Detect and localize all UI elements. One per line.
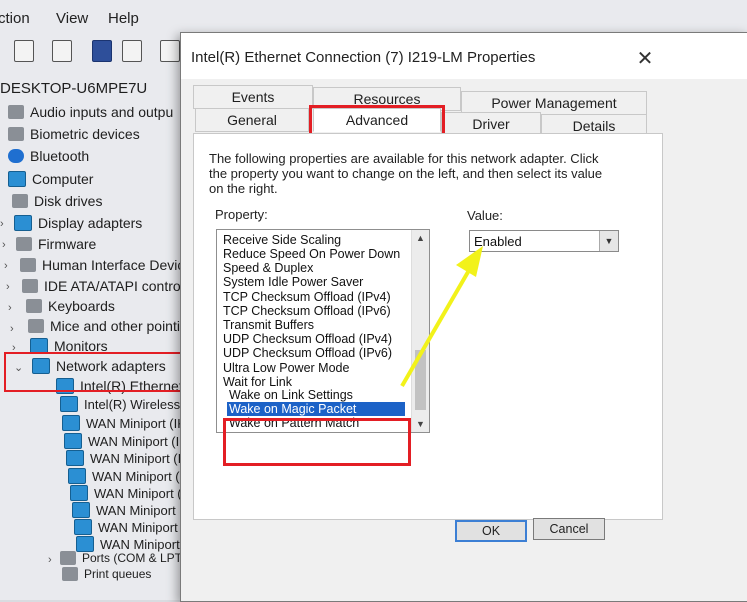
device-tree: DESKTOP-U6MPE7U Audio inputs and outpu B… xyxy=(0,74,217,600)
network-icon xyxy=(68,468,86,484)
wake-items-highlight-box xyxy=(223,418,411,466)
port-icon xyxy=(60,551,76,565)
help-icon[interactable] xyxy=(92,40,112,62)
network-icon xyxy=(72,502,90,518)
value-label: Value: xyxy=(467,208,503,223)
tree-item-mice[interactable]: Mice and other pointing xyxy=(28,316,196,336)
toolbar xyxy=(0,36,190,68)
chevron-right-icon[interactable]: › xyxy=(48,554,52,566)
network-icon xyxy=(64,433,82,449)
tree-item-display[interactable]: Display adapters xyxy=(14,213,142,233)
disk-icon xyxy=(12,194,28,208)
printer-icon xyxy=(62,567,78,581)
tree-item-keyboards[interactable]: Keyboards xyxy=(26,296,115,316)
menu-action[interactable]: ction xyxy=(0,10,30,27)
bluetooth-icon xyxy=(8,149,24,163)
chevron-down-icon[interactable]: ▼ xyxy=(599,231,618,251)
tree-item-biometric[interactable]: Biometric devices xyxy=(8,124,140,144)
tree-item-firmware[interactable]: Firmware xyxy=(16,234,96,254)
fingerprint-icon xyxy=(8,127,24,141)
tree-item-bluetooth[interactable]: Bluetooth xyxy=(8,146,89,166)
speaker-icon xyxy=(8,105,24,119)
scrollbar-thumb[interactable] xyxy=(415,350,426,410)
cancel-button[interactable]: Cancel xyxy=(533,518,605,540)
close-icon[interactable]: ✕ xyxy=(633,47,657,71)
list-item[interactable]: UDP Checksum Offload (IPv6) xyxy=(221,346,409,360)
list-item[interactable]: Reduce Speed On Power Down xyxy=(221,247,409,261)
title-bar: Intel(R) Ethernet Connection (7) I219-LM… xyxy=(181,33,747,79)
network-icon xyxy=(62,415,80,431)
list-item[interactable]: System Idle Power Saver xyxy=(221,275,409,289)
description-text: The following properties are available f… xyxy=(209,151,603,196)
monitor-icon[interactable] xyxy=(160,40,180,62)
ok-button[interactable]: OK xyxy=(455,520,527,542)
tab-events[interactable]: Events xyxy=(193,85,313,109)
chevron-right-icon[interactable]: › xyxy=(0,218,4,230)
tree-item-print-queues[interactable]: Print queues xyxy=(62,564,151,584)
hid-icon xyxy=(20,258,36,272)
chevron-down-icon[interactable]: ▼ xyxy=(412,416,429,432)
list-item[interactable]: Transmit Buffers xyxy=(221,318,409,332)
list-item[interactable]: Wait for Link xyxy=(221,375,409,389)
display-icon xyxy=(14,215,32,231)
view-icon[interactable] xyxy=(122,40,142,62)
tab-general[interactable]: General xyxy=(195,108,309,132)
chevron-right-icon[interactable]: › xyxy=(10,323,14,335)
network-icon xyxy=(66,450,84,466)
menu-help[interactable]: Help xyxy=(108,10,139,27)
chevron-right-icon[interactable]: › xyxy=(2,239,6,251)
list-icon[interactable] xyxy=(52,40,72,62)
network-icon xyxy=(70,485,88,501)
chevron-up-icon[interactable]: ▲ xyxy=(412,230,429,246)
list-item[interactable]: Ultra Low Power Mode xyxy=(221,361,409,375)
computer-icon xyxy=(8,171,26,187)
chip-icon xyxy=(16,237,32,251)
property-listbox[interactable]: Receive Side Scaling Reduce Speed On Pow… xyxy=(216,229,430,433)
list-item[interactable]: Speed & Duplex xyxy=(221,261,409,275)
dialog-title: Intel(R) Ethernet Connection (7) I219-LM… xyxy=(191,49,536,66)
network-adapters-highlight-box xyxy=(4,352,194,392)
chevron-right-icon[interactable]: › xyxy=(8,302,12,314)
list-item[interactable]: UDP Checksum Offload (IPv4) xyxy=(221,332,409,346)
list-item-selected[interactable]: Wake on Magic Packet xyxy=(227,402,405,416)
network-icon xyxy=(60,396,78,412)
listbox-scrollbar[interactable]: ▲ ▼ xyxy=(411,230,429,432)
property-label: Property: xyxy=(215,207,268,222)
value-dropdown-text: Enabled xyxy=(474,234,522,249)
ide-icon xyxy=(22,279,38,293)
tree-root-computer[interactable]: DESKTOP-U6MPE7U xyxy=(0,78,147,98)
tree-item-disk[interactable]: Disk drives xyxy=(12,191,102,211)
chevron-right-icon[interactable]: › xyxy=(4,260,8,272)
mouse-icon xyxy=(28,319,44,333)
value-dropdown[interactable]: Enabled ▼ xyxy=(469,230,619,252)
network-icon xyxy=(74,519,92,535)
tree-item-ide[interactable]: IDE ATA/ATAPI controlle xyxy=(22,276,195,296)
list-item[interactable]: TCP Checksum Offload (IPv6) xyxy=(221,304,409,318)
keyboard-icon xyxy=(26,299,42,313)
properties-icon[interactable] xyxy=(14,40,34,62)
tree-item-hid[interactable]: Human Interface Device xyxy=(20,255,192,275)
properties-dialog: Intel(R) Ethernet Connection (7) I219-LM… xyxy=(180,32,747,602)
menu-view[interactable]: View xyxy=(56,10,88,27)
menu-bar: ction View Help xyxy=(0,6,200,32)
list-item[interactable]: Receive Side Scaling xyxy=(221,233,409,247)
tree-item-computer[interactable]: Computer xyxy=(8,169,93,189)
list-item[interactable]: Wake on Link Settings xyxy=(227,388,415,402)
chevron-right-icon[interactable]: › xyxy=(6,281,10,293)
tree-item-audio[interactable]: Audio inputs and outpu xyxy=(8,102,173,122)
list-item[interactable]: TCP Checksum Offload (IPv4) xyxy=(221,290,409,304)
